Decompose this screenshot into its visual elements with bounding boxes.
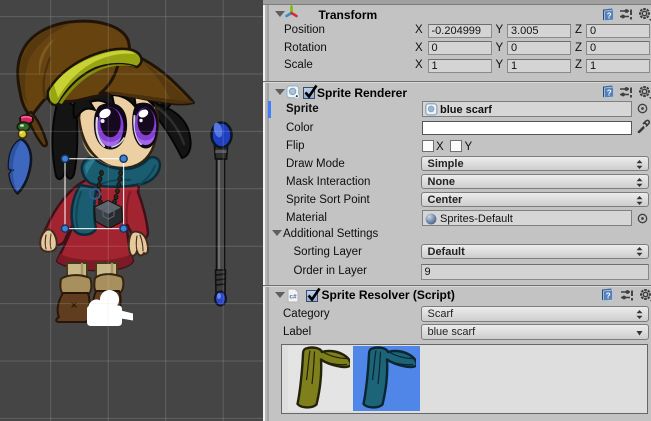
svg-text:c#: c# (289, 294, 297, 301)
svg-text:?: ? (607, 88, 612, 97)
svg-text:?: ? (606, 291, 611, 300)
svg-text:?: ? (607, 11, 612, 20)
